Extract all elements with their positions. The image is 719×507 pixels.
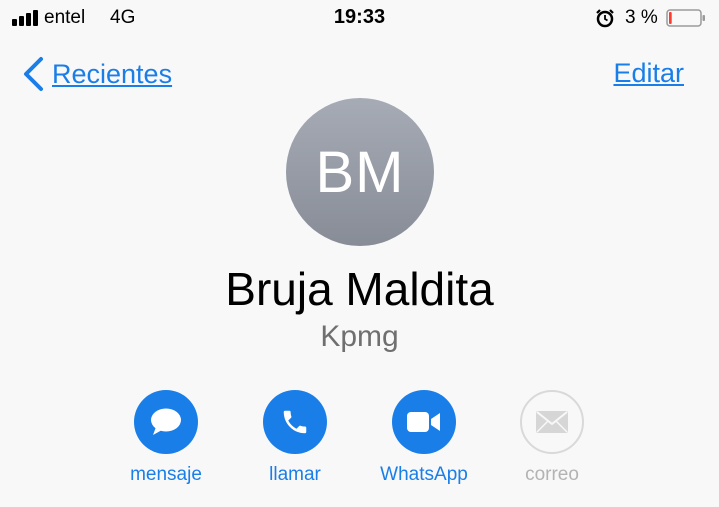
call-button-circle[interactable] <box>263 390 327 454</box>
avatar: BM <box>286 98 434 246</box>
whatsapp-button[interactable]: WhatsApp <box>359 390 489 486</box>
mail-button: correo <box>487 390 617 486</box>
avatar-initials: BM <box>315 139 405 205</box>
battery-icon <box>666 9 705 27</box>
message-button[interactable]: mensaje <box>101 390 231 486</box>
battery-percentage: 3 % <box>625 7 658 28</box>
message-button-circle[interactable] <box>134 390 198 454</box>
contact-company: Kpmg <box>320 320 399 353</box>
chevron-left-icon <box>24 57 43 91</box>
back-button-label: Recientes <box>52 58 173 89</box>
call-button-label: llamar <box>269 464 321 485</box>
whatsapp-button-label: WhatsApp <box>380 464 468 485</box>
mail-button-circle <box>520 390 584 454</box>
status-bar: entel 4G 19:33 3 % <box>0 0 719 36</box>
whatsapp-button-circle[interactable] <box>392 390 456 454</box>
alarm-icon <box>596 9 614 28</box>
call-button[interactable]: llamar <box>230 390 360 486</box>
back-button[interactable]: Recientes <box>22 54 172 94</box>
action-buttons: mensaje llamar WhatsApp correo <box>0 390 719 500</box>
phone-icon <box>283 410 307 434</box>
video-icon <box>407 412 440 432</box>
edit-button[interactable]: Editar <box>613 58 684 89</box>
mail-button-label: correo <box>525 464 579 485</box>
contact-name: Bruja Maldita <box>225 263 494 315</box>
message-button-label: mensaje <box>130 464 202 485</box>
message-icon <box>151 408 181 435</box>
mail-icon <box>536 411 568 433</box>
